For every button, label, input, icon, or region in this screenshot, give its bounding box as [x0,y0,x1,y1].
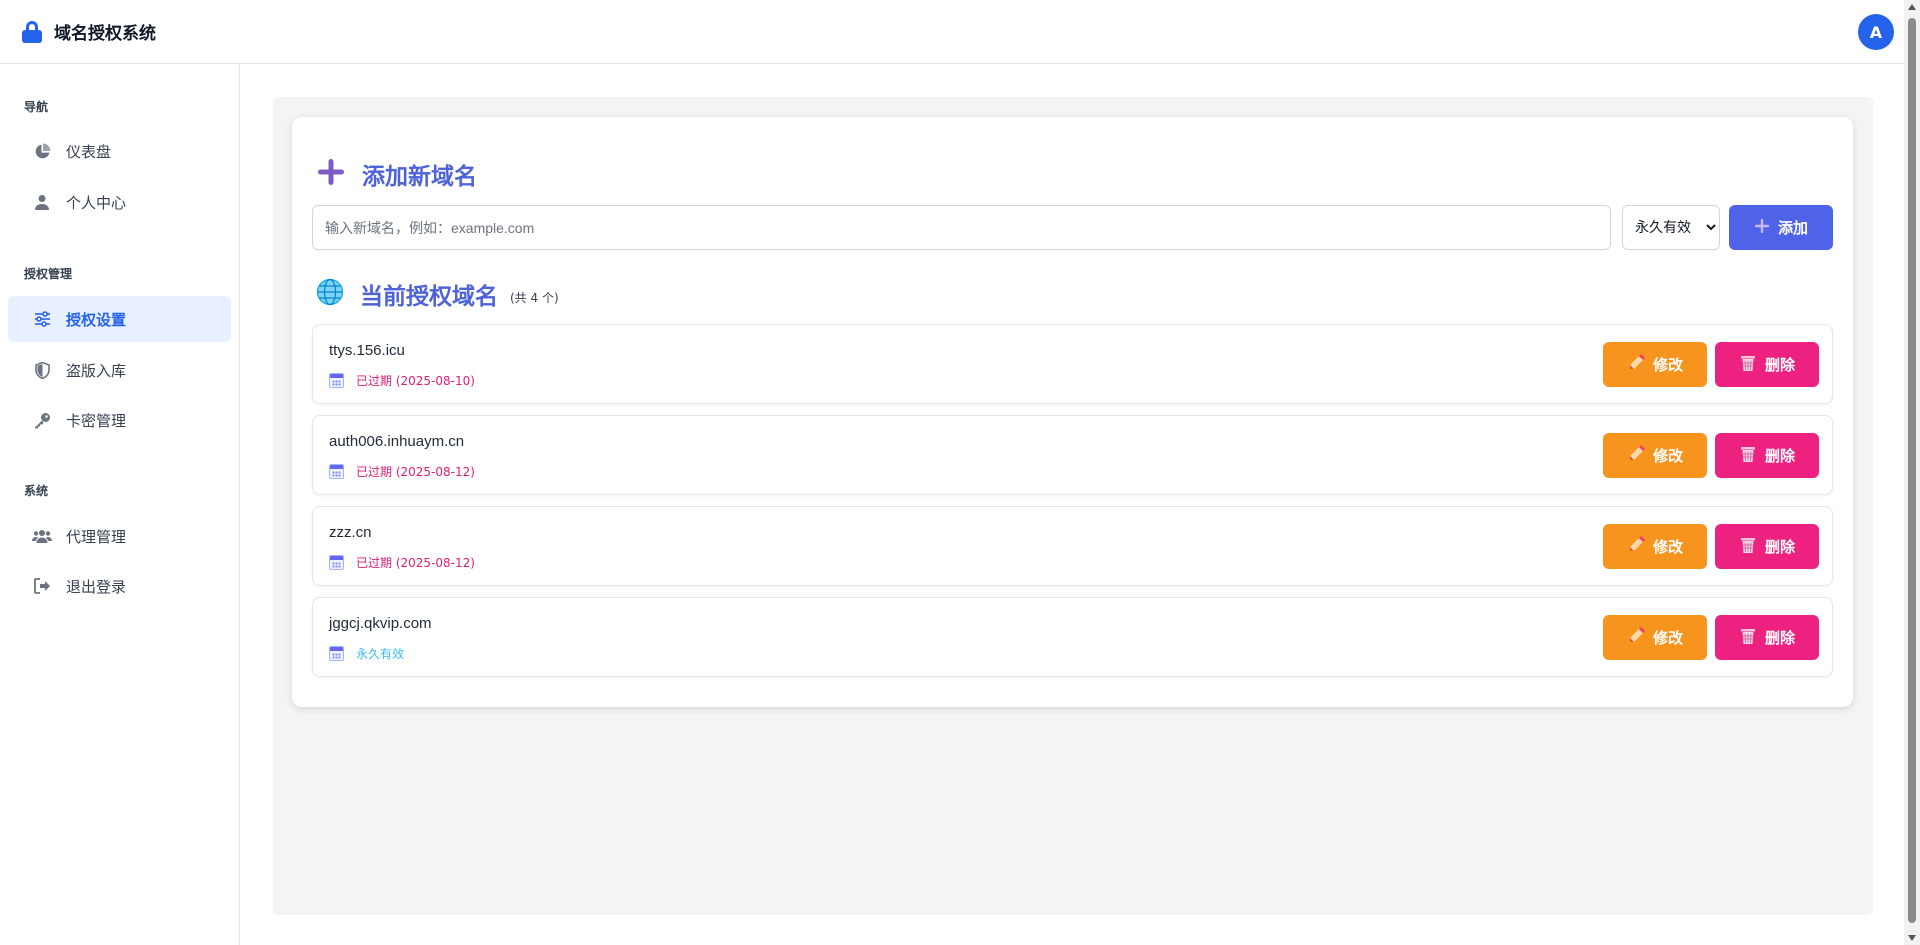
domain-status: 已过期 (2025-08-12) [329,554,475,571]
delete-button-label: 删除 [1764,630,1795,647]
domain-name: auth006.inhuaym.cn [329,433,465,450]
avatar[interactable]: A [1858,14,1894,50]
sidebar-item-agents[interactable]: 代理管理 [8,513,231,559]
current-domains-title: 当前授权域名 [360,284,498,310]
sidebar-item-label: 个人中心 [66,193,127,212]
users-icon [32,526,52,546]
calendar-icon [329,464,344,479]
pencil-icon [1627,444,1645,467]
domain-name: ttys.156.icu [329,342,405,359]
edit-button[interactable]: 修改 [1603,433,1707,478]
domain-name: zzz.cn [329,524,372,541]
nav-section-title-system: 系统 [24,484,49,498]
add-domain-header: 添加新域名 [316,157,477,191]
brand[interactable]: 域名授权系统 [22,19,156,44]
edit-button[interactable]: 修改 [1603,342,1707,387]
key-icon [32,410,52,430]
status-text: 已过期 (2025-08-10) [356,374,475,388]
domain-input[interactable] [312,205,1611,250]
sidebar: 导航 仪表盘 个人中心 授权管理 授权设置 盗版入库 卡密管理 系统 代理管理 … [0,64,240,945]
user-icon [32,192,52,212]
top-bar: 域名授权系统 [0,0,1904,64]
status-text: 已过期 (2025-08-12) [356,465,475,479]
domain-status: 已过期 (2025-08-10) [329,372,475,389]
sidebar-item-label: 仪表盘 [66,142,112,161]
calendar-icon [329,646,344,661]
logout-icon [32,576,52,596]
edit-button-label: 修改 [1652,357,1683,374]
edit-button-label: 修改 [1652,448,1683,465]
edit-button-label: 修改 [1652,630,1683,647]
domain-count: (共 4 个) [510,290,559,305]
delete-button-label: 删除 [1764,448,1795,465]
sidebar-item-auth-settings[interactable]: 授权设置 [8,296,231,342]
table-row: jggcj.qkvip.com 永久有效 修改 删除 [312,597,1833,677]
sidebar-item-card-keys[interactable]: 卡密管理 [8,397,231,443]
edit-button-label: 修改 [1652,539,1683,556]
delete-button[interactable]: 删除 [1715,433,1819,478]
add-button[interactable]: 添加 [1729,205,1833,250]
sidebar-item-label: 盗版入库 [66,361,127,380]
pie-chart-icon [32,141,52,161]
delete-button-label: 删除 [1764,539,1795,556]
shield-icon [32,360,52,380]
table-row: auth006.inhuaym.cn 已过期 (2025-08-12) 修改 删… [312,415,1833,495]
sidebar-item-profile[interactable]: 个人中心 [8,179,231,225]
calendar-icon [329,373,344,388]
add-domain-title: 添加新域名 [362,164,477,190]
domain-status: 永久有效 [329,645,404,662]
app-title: 域名授权系统 [54,24,156,44]
scroll-thumb[interactable] [1908,18,1916,923]
delete-button[interactable]: 删除 [1715,615,1819,660]
page-scrollbar[interactable] [1904,0,1920,945]
sidebar-item-label: 退出登录 [66,577,127,596]
globe-icon [316,278,344,310]
edit-button[interactable]: 修改 [1603,615,1707,660]
delete-button-label: 删除 [1764,357,1795,374]
trash-icon [1739,354,1757,376]
plus-icon [1754,218,1770,238]
pencil-icon [1627,626,1645,649]
delete-button[interactable]: 删除 [1715,524,1819,569]
lock-icon [22,20,42,43]
scroll-up-icon[interactable] [1908,4,1916,10]
trash-icon [1739,445,1757,467]
current-domains-header: 当前授权域名 (共 4 个) [316,277,559,311]
domain-status: 已过期 (2025-08-12) [329,463,475,480]
sidebar-item-label: 代理管理 [66,527,127,546]
calendar-icon [329,555,344,570]
pencil-icon [1627,353,1645,376]
delete-button[interactable]: 删除 [1715,342,1819,387]
scroll-down-icon[interactable] [1908,935,1916,941]
nav-section-title-navigation: 导航 [24,100,49,114]
sidebar-item-dashboard[interactable]: 仪表盘 [8,128,231,174]
pencil-icon [1627,535,1645,558]
status-text: 永久有效 [356,647,405,661]
edit-button[interactable]: 修改 [1603,524,1707,569]
sidebar-item-piracy[interactable]: 盗版入库 [8,347,231,393]
sidebar-item-logout[interactable]: 退出登录 [8,563,231,609]
sliders-icon [32,309,52,329]
domain-card: 添加新域名 永久有效 添加 当前授权域名 (共 4 个) ttys.156.ic… [292,117,1853,707]
nav-section-title-auth: 授权管理 [24,267,73,281]
table-row: ttys.156.icu 已过期 (2025-08-10) 修改 删除 [312,324,1833,404]
trash-icon [1739,536,1757,558]
domain-name: jggcj.qkvip.com [329,615,432,632]
plus-icon [316,157,346,191]
status-text: 已过期 (2025-08-12) [356,556,475,570]
sidebar-item-label: 卡密管理 [66,411,127,430]
add-button-label: 添加 [1777,220,1808,237]
duration-select[interactable]: 永久有效 [1622,205,1720,250]
sidebar-item-label: 授权设置 [66,310,127,329]
trash-icon [1739,627,1757,649]
table-row: zzz.cn 已过期 (2025-08-12) 修改 删除 [312,506,1833,586]
